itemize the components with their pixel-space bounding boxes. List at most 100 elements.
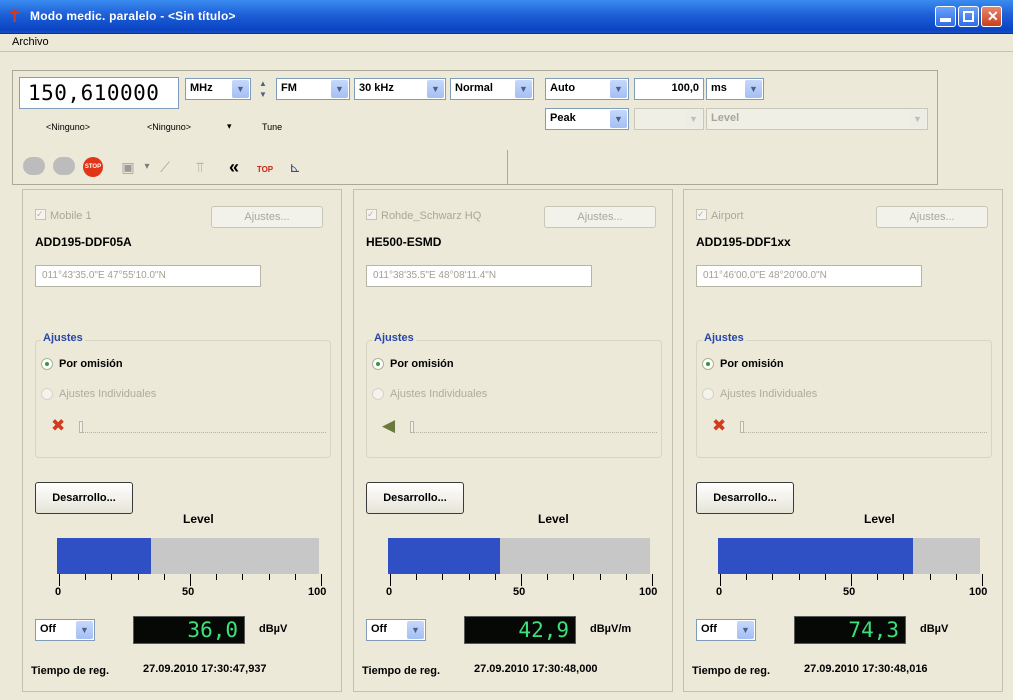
chevron-down-icon: ▼ — [232, 80, 249, 98]
station-name: Rohde_Schwarz HQ — [381, 210, 482, 222]
slider-thumb[interactable] — [410, 421, 414, 433]
slider-thumb[interactable] — [79, 421, 83, 433]
frequency-spinner[interactable]: ▲ ▼ — [256, 78, 270, 100]
station-checkbox[interactable]: ✓ — [35, 209, 46, 220]
frequency-input[interactable]: 150,610000 — [19, 77, 179, 109]
ajustes-button[interactable]: Ajustes... — [211, 206, 323, 228]
chevron-down-icon: ▼ — [745, 80, 762, 98]
rewind-icon[interactable]: « — [222, 157, 246, 177]
bandwidth-select[interactable]: 30 kHz ▼ — [354, 78, 446, 100]
demodulation-select[interactable]: FM ▼ — [276, 78, 350, 100]
level-title: Level — [864, 512, 895, 526]
slider-thumb[interactable] — [740, 421, 744, 433]
scale-tick — [955, 574, 957, 580]
radio-individual[interactable] — [372, 388, 384, 400]
menu-archivo[interactable]: Archivo — [12, 36, 49, 48]
squelch-slider[interactable] — [81, 432, 326, 433]
scale-label-100: 100 — [308, 586, 327, 598]
scale-label-50: 50 — [513, 586, 526, 598]
chevron-down-icon: ▼ — [427, 80, 444, 98]
radio-individual[interactable] — [702, 388, 714, 400]
measure-time-input[interactable]: 100,0 — [634, 78, 704, 100]
level-bar-fill — [388, 538, 501, 574]
ajustes-button[interactable]: Ajustes... — [876, 206, 988, 228]
off-select[interactable]: Off ▼ — [696, 619, 756, 641]
measure-mode-select[interactable]: Auto ▼ — [545, 78, 629, 100]
dropdown-marker-icon[interactable]: ▾ — [227, 121, 232, 132]
freq-unit-select[interactable]: MHz ▼ — [185, 78, 251, 100]
chevron-down-icon: ▼ — [909, 110, 926, 128]
ninguno-label-2: <Ninguno> — [147, 122, 192, 132]
scale-label-50: 50 — [182, 586, 195, 598]
chevron-down-icon[interactable]: ▾ — [142, 157, 152, 177]
scale-tick — [216, 574, 218, 580]
menu-bar: Archivo — [0, 34, 1013, 52]
desarrollo-button[interactable]: Desarrollo... — [35, 482, 133, 514]
chart-icon[interactable]: ⊾ — [285, 157, 305, 177]
group-title: Ajustes — [702, 332, 746, 344]
scale-tick — [321, 574, 322, 586]
squelch-slider[interactable] — [412, 432, 657, 433]
tune-label[interactable]: Tune — [262, 122, 282, 132]
station-panel-2: ✓ Rohde_Schwarz HQ Ajustes... HE500-ESMD… — [353, 189, 673, 692]
spin-down-icon[interactable]: ▼ — [256, 89, 270, 100]
scale-tick — [137, 574, 139, 580]
spin-up-icon[interactable]: ▲ — [256, 78, 270, 89]
off-select[interactable]: Off ▼ — [35, 619, 95, 641]
antenna-icon[interactable]: ⫪ — [190, 157, 210, 177]
station-name: Airport — [711, 210, 744, 222]
radio-individual[interactable] — [41, 388, 53, 400]
squelch-slider[interactable] — [742, 432, 987, 433]
off-select-value: Off — [701, 623, 717, 635]
scale-label-0: 0 — [386, 586, 393, 598]
close-button[interactable]: ✕ — [981, 6, 1002, 27]
scale-tick — [294, 574, 296, 580]
chevron-down-icon: ▼ — [515, 80, 532, 98]
marker-icon[interactable]: ⟋ — [155, 157, 175, 177]
stop-icon[interactable]: STOP — [83, 157, 103, 177]
run-icon[interactable] — [23, 157, 45, 175]
coordinates-field[interactable]: 011°38'35.5"E 48°08'11.4"N — [366, 265, 592, 287]
off-select[interactable]: Off ▼ — [366, 619, 426, 641]
radio-individual-label: Ajustes Individuales — [390, 388, 488, 400]
coordinates-field[interactable]: 011°46'00.0"E 48°20'00.0"N — [696, 265, 922, 287]
radio-individual-label: Ajustes Individuales — [59, 388, 157, 400]
time-unit-select[interactable]: ms ▼ — [706, 78, 764, 100]
maximize-button[interactable] — [958, 6, 979, 27]
off-select-value: Off — [40, 623, 56, 635]
radio-default[interactable] — [372, 358, 384, 370]
minimize-button[interactable] — [935, 6, 956, 27]
demodulation-value: FM — [281, 82, 297, 94]
timestamp-label: Tiempo de reg. — [692, 665, 771, 677]
chevron-down-icon: ▼ — [76, 621, 93, 639]
scale-tick — [547, 574, 549, 580]
station-name: Mobile 1 — [50, 210, 92, 222]
desarrollo-button[interactable]: Desarrollo... — [696, 482, 794, 514]
radio-default[interactable] — [702, 358, 714, 370]
detector-select[interactable]: Peak ▼ — [545, 108, 629, 130]
level-readout: 36,0 — [133, 616, 245, 644]
timestamp-value: 27.09.2010 17:30:48,016 — [804, 663, 928, 675]
save-icon[interactable]: ▣ — [118, 157, 138, 177]
scale-tick — [521, 574, 522, 586]
title-bar[interactable]: Ť Modo medic. paralelo - <Sin título> ✕ — [0, 0, 1013, 34]
mode-select[interactable]: Normal ▼ — [450, 78, 534, 100]
station-checkbox[interactable]: ✓ — [366, 209, 377, 220]
top-icon[interactable]: TOP — [253, 157, 277, 177]
off-select-value: Off — [371, 623, 387, 635]
chevron-down-icon: ▼ — [610, 80, 627, 98]
scale-label-100: 100 — [969, 586, 988, 598]
scale-tick — [163, 574, 165, 580]
ajustes-button[interactable]: Ajustes... — [544, 206, 656, 228]
pause-icon[interactable] — [53, 157, 75, 175]
bandwidth-value: 30 kHz — [359, 82, 394, 94]
chevron-down-icon: ▼ — [610, 110, 627, 128]
radio-default[interactable] — [41, 358, 53, 370]
level-bar — [57, 538, 319, 574]
coordinates-field[interactable]: 011°43'35.0"E 47°55'10.0"N — [35, 265, 261, 287]
scale-tick — [85, 574, 87, 580]
desarrollo-button[interactable]: Desarrollo... — [366, 482, 464, 514]
station-checkbox[interactable]: ✓ — [696, 209, 707, 220]
station-panel-1: ✓ Mobile 1 Ajustes... ADD195-DDF05A 011°… — [22, 189, 342, 692]
app-icon: Ť — [10, 9, 20, 26]
